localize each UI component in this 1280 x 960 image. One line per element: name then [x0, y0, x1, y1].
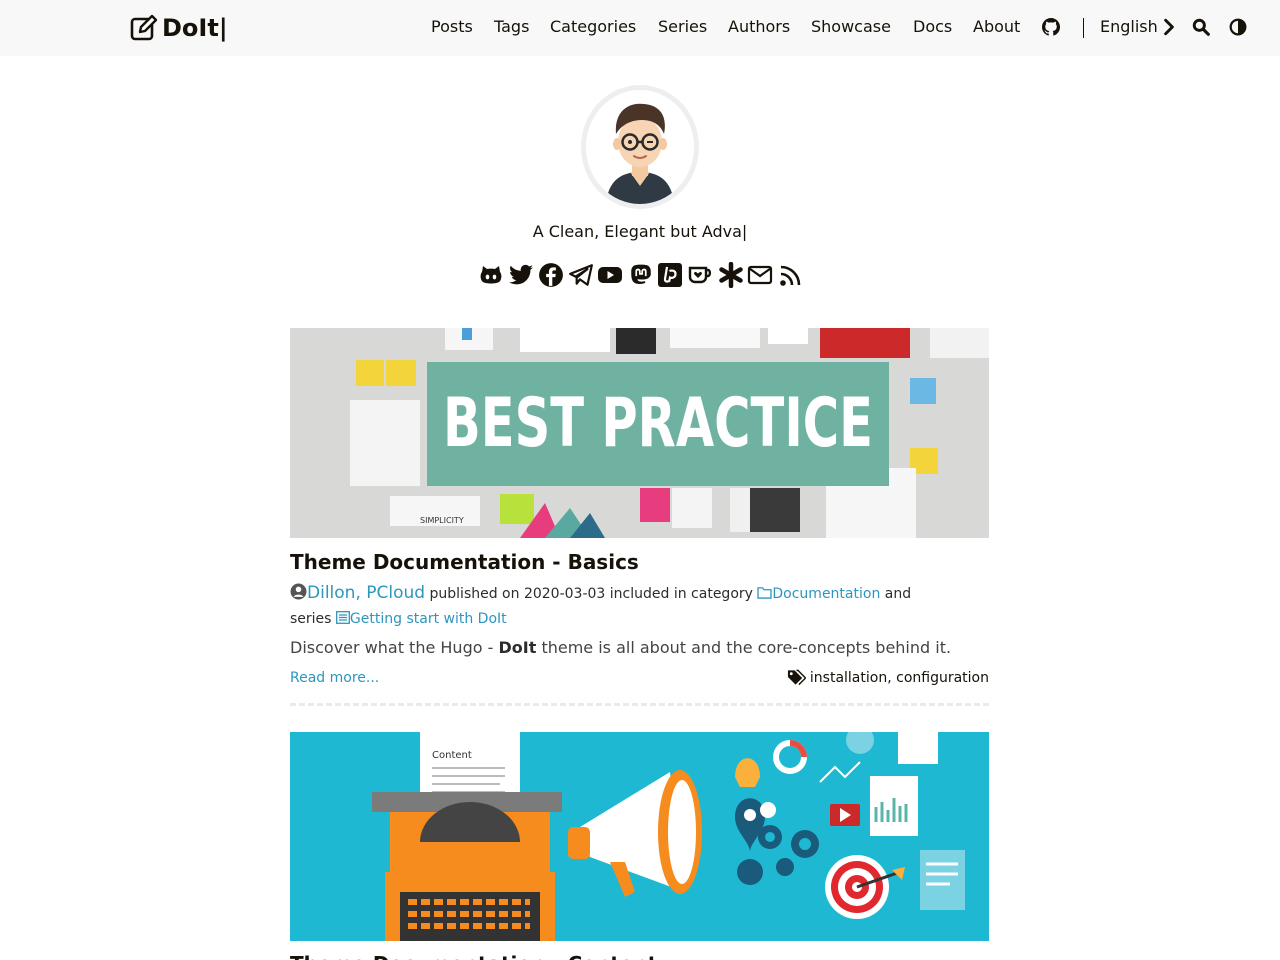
list-alt-icon [335, 611, 350, 624]
edit-icon [130, 14, 158, 41]
nav-authors[interactable]: Authors [728, 17, 790, 36]
language-select[interactable]: English [1100, 17, 1158, 36]
published-label: published on [429, 586, 520, 602]
theme-toggle-icon[interactable] [1229, 18, 1247, 36]
avatar-image [586, 90, 694, 204]
nav-divider [1083, 18, 1084, 38]
svg-text:SIMPLICITY: SIMPLICITY [420, 516, 464, 525]
github-icon[interactable] [1042, 18, 1060, 36]
post-card: SIMPLICITY BEST PRACTICE Theme Documenta… [290, 328, 989, 708]
search-icon[interactable] [1192, 18, 1210, 36]
nav-tags[interactable]: Tags [494, 17, 529, 36]
tags-icon [787, 669, 806, 686]
site-header: DoIt| Posts Tags Categories Series Autho… [0, 0, 1280, 56]
site-subtitle: A Clean, Elegant but Adva| [532, 222, 748, 241]
telegram-icon[interactable] [568, 262, 594, 288]
chevron-right-icon[interactable] [1160, 18, 1178, 36]
post-cover-image[interactable]: Content [290, 732, 989, 941]
post-tags: installation, configuration [787, 669, 989, 686]
cover-text: Content [432, 750, 472, 761]
email-icon[interactable] [747, 262, 773, 288]
nav-docs[interactable]: Docs [913, 17, 952, 36]
nav-series[interactable]: Series [658, 17, 707, 36]
cover-text: BEST PRACTICE [443, 384, 873, 463]
user-circle-icon [290, 583, 307, 600]
nav-categories[interactable]: Categories [550, 17, 636, 36]
post-divider [290, 703, 989, 707]
post-card: Content [290, 732, 989, 960]
nav-showcase[interactable]: Showcase [811, 17, 891, 36]
nav-about[interactable]: About [973, 17, 1020, 36]
site-logo[interactable]: DoIt| [130, 12, 228, 44]
post-cover-image[interactable]: SIMPLICITY BEST PRACTICE [290, 328, 989, 538]
asterisk-icon[interactable] [718, 262, 744, 288]
content-marketing-illustration: Content [290, 732, 989, 941]
category-link[interactable]: Documentation [757, 586, 880, 602]
post-meta: Dillon, PCloud published on 2020-03-03 i… [290, 581, 950, 632]
avatar[interactable] [586, 90, 694, 204]
youtube-icon[interactable] [597, 262, 623, 288]
series-label: series [290, 611, 332, 627]
facebook-icon[interactable] [538, 262, 564, 288]
summary-theme-name: DoIt [498, 638, 537, 657]
nav-posts[interactable]: Posts [431, 17, 473, 36]
social-links [478, 262, 804, 290]
and-label: and [884, 586, 912, 602]
folder-icon [757, 587, 773, 599]
author-separator: , [355, 583, 367, 603]
best-practice-illustration: SIMPLICITY BEST PRACTICE [290, 328, 989, 538]
tag-installation[interactable]: installation [810, 670, 887, 686]
liberapay-icon[interactable] [657, 262, 683, 288]
read-more-link[interactable]: Read more... [290, 670, 379, 686]
tag-configuration[interactable]: configuration [896, 670, 989, 686]
author-link-pcloud[interactable]: PCloud [366, 583, 425, 603]
post-date: 2020-03-03 [523, 586, 606, 602]
mastodon-icon[interactable] [628, 262, 654, 288]
post-title[interactable]: Theme Documentation - Content [290, 952, 657, 960]
series-link[interactable]: Getting start with DoIt [335, 611, 507, 627]
twitter-icon[interactable] [508, 262, 534, 288]
category-label: included in category [609, 586, 753, 602]
tag-separator: , [887, 669, 897, 686]
rss-icon[interactable] [778, 262, 804, 288]
kofi-icon[interactable] [687, 262, 713, 288]
github-alt-icon[interactable] [478, 262, 504, 288]
site-title: DoIt| [162, 14, 228, 42]
post-title[interactable]: Theme Documentation - Basics [290, 550, 639, 574]
post-summary: Discover what the Hugo - DoIt theme is a… [290, 638, 952, 657]
author-link-dillon[interactable]: Dillon [307, 583, 355, 603]
